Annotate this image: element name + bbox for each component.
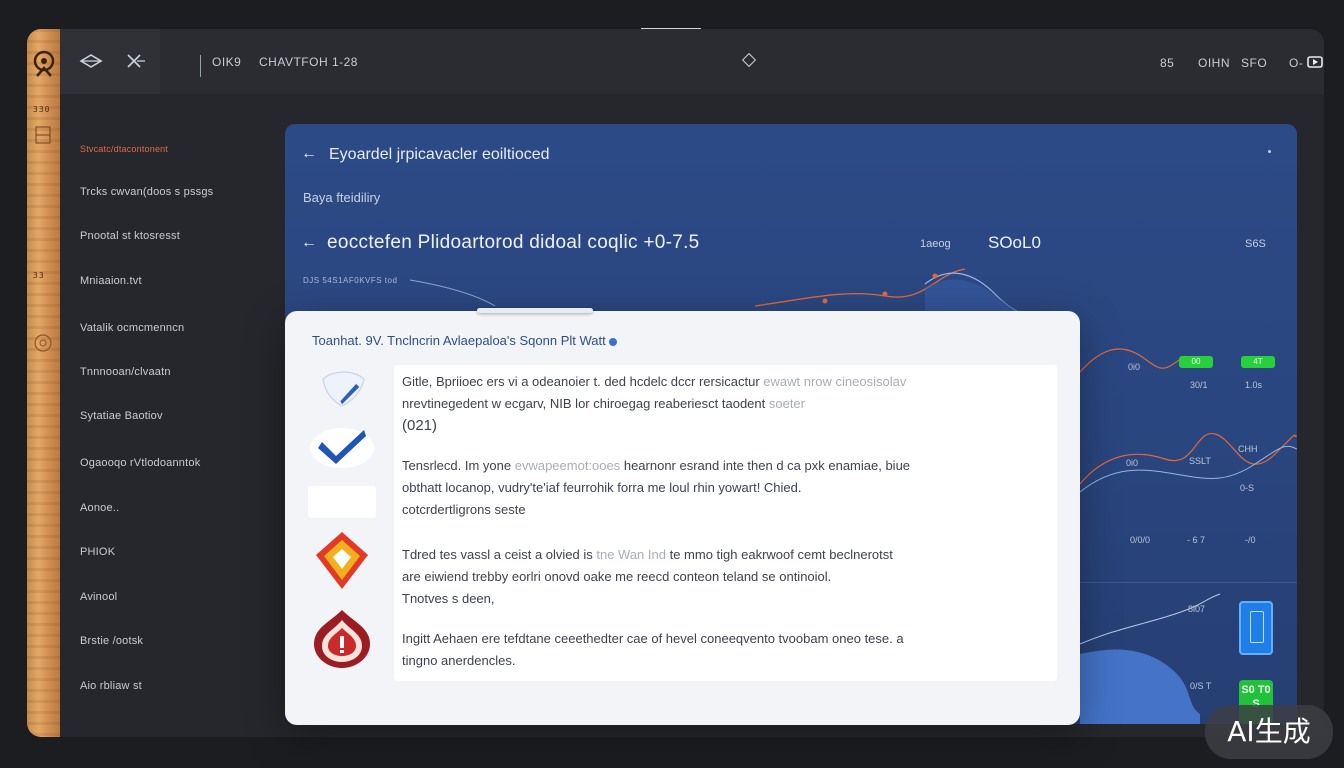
paragraph-1: Gitle, Bpriioec ers vi a odeanoier t. de…: [402, 371, 1042, 437]
paragraph-4-line-2: tingno anerdencles.: [402, 653, 516, 668]
sidebar-item[interactable]: PHIOK: [80, 546, 115, 558]
chart-label: 0/0/0: [1130, 535, 1151, 545]
wood-emblem-icon: [35, 126, 51, 144]
topbar-logo-cell: [60, 29, 160, 94]
wood-sidebar-strip: 330 33: [27, 29, 60, 737]
sidebar-item[interactable]: Sytatiae Baotiov: [80, 410, 163, 422]
sidebar-item[interactable]: Pnootal st ktosresst: [80, 230, 180, 242]
topbar-right-item-4-label: O-: [1289, 56, 1304, 70]
paragraph-3-line-2: are eiwiend trebby eorlri onovd oake me …: [402, 569, 832, 584]
main-heading: eocctefen Plidoartorod didoal coqlic +0-…: [327, 232, 700, 253]
sidebar-item[interactable]: Ogaooqo rVtlodoanntok: [80, 457, 200, 469]
main-subtitle: Baya fteidiliry: [303, 190, 381, 205]
sidebar-item[interactable]: Brstie /ootsk: [80, 635, 143, 647]
paragraph-1-line-3: (021): [402, 417, 438, 434]
status-chip[interactable]: 4T: [1241, 356, 1275, 368]
sidebar-item[interactable]: Tnnnooan/clvaatn: [80, 366, 171, 378]
chart-point: [882, 291, 888, 297]
chart-label: 1.0s: [1245, 380, 1263, 390]
paragraph-2-line-2: obthatt locanop, vudry'te'iaf feurrohik …: [402, 480, 802, 495]
paragraph-1-line-1: Gitle, Bpriioec ers vi a odeanoier t. de…: [402, 374, 907, 389]
warning-diamond-icon: [316, 532, 368, 589]
chart-label: 0i0: [1126, 458, 1139, 468]
chart-label: SSLT: [1189, 456, 1211, 466]
main-small-label: DJS 54S1AF0KVFS tod: [303, 276, 398, 285]
phone-device-icon[interactable]: [1239, 601, 1273, 655]
ai-generated-watermark: AI生成: [1205, 705, 1333, 759]
sidebar-item[interactable]: Trcks cwvan(doos s pssgs: [80, 186, 213, 198]
status-chip[interactable]: 00: [1179, 356, 1213, 368]
checkmark-icon: [310, 428, 374, 468]
chart-label: 0-S: [1240, 483, 1255, 493]
modal-title-text: Toanhat. 9V. Tnclncrin Avlaepaloa's Sqon…: [312, 333, 606, 348]
chart-label: CHH: [1238, 444, 1258, 454]
alert-shield-icon: [314, 610, 370, 668]
panel-dot-icon: [1268, 150, 1271, 153]
center-diamond-icon[interactable]: [741, 52, 757, 68]
paragraph-3-line-3: Tnotves s deen,: [402, 591, 495, 606]
chart-point: [932, 273, 938, 279]
main-tag: 1aeog: [920, 238, 951, 250]
blank-icon-slot: [308, 486, 376, 518]
back-arrow-icon[interactable]: ←: [301, 145, 317, 163]
close-x-icon[interactable]: [123, 51, 147, 71]
sidebar-nav: Stvcatc/dtacontonent Trcks cwvan(doos s …: [60, 94, 285, 737]
chart-label: 0/S T: [1190, 681, 1212, 691]
toggle-icon: [1307, 56, 1323, 68]
sidebar-item-active[interactable]: Stvcatc/dtacontonent: [80, 144, 168, 154]
modal-title-dot-icon: [608, 337, 617, 346]
paragraph-4-line-1: Ingitt Aehaen ere tefdtane ceeethedter c…: [402, 631, 904, 646]
top-bar: OIK9 CHAVTFOH 1-28 85 OIHN SFO O-: [60, 29, 1324, 94]
shield-check-icon: [322, 371, 365, 407]
chart-divider: [1080, 582, 1297, 583]
sidebar-item[interactable]: Avinool: [80, 591, 117, 603]
chart-line-top: [409, 279, 496, 307]
sidebar-item[interactable]: Vatalik ocmcmenncn: [80, 322, 184, 334]
sidebar-item[interactable]: Aonoe..: [80, 502, 119, 514]
info-modal: Toanhat. 9V. Tnclncrin Avlaepaloa's Sqon…: [285, 308, 1080, 725]
chart-label: 0i0: [1128, 362, 1141, 372]
chart-label: 8i07: [1188, 604, 1206, 614]
chart-label: 30/1: [1190, 380, 1208, 390]
main-value: SOoL0: [988, 233, 1041, 252]
topbar-separator: [200, 55, 201, 77]
topbar-menu-2[interactable]: CHAVTFOH 1-28: [259, 55, 358, 69]
chart-line-low-blue: [1079, 445, 1297, 493]
pin-logo-icon: [33, 50, 55, 77]
wood-number-top: 330: [33, 105, 51, 114]
chart-label: -/0: [1245, 535, 1256, 545]
topbar-right-item-2[interactable]: OIHN: [1198, 56, 1230, 70]
topbar-right-item-1[interactable]: 85: [1160, 56, 1174, 70]
modal-title: Toanhat. 9V. Tnclncrin Avlaepaloa's Sqon…: [312, 333, 617, 348]
back-arrow-icon-2[interactable]: ←: [301, 234, 317, 252]
chart-area-bottom: [1080, 649, 1200, 724]
main-right-tag: S6S: [1245, 238, 1266, 250]
paragraph-4: Ingitt Aehaen ere tefdtane ceeethedter c…: [402, 628, 1042, 672]
paragraph-2: Tensrlecd. Im yone evwapeemot:ooes hearn…: [402, 455, 1042, 521]
paragraph-2-line-1: Tensrlecd. Im yone evwapeemot:ooes hearn…: [402, 458, 911, 473]
chart-line-bottom: [1079, 593, 1221, 645]
topbar-right-item-3[interactable]: SFO: [1241, 56, 1267, 70]
modal-drag-handle[interactable]: [477, 308, 593, 313]
paragraph-3-line-1: Tdred tes vassl a ceist a olvied is tne …: [402, 547, 893, 562]
chart-point: [822, 298, 828, 304]
sidebar-item[interactable]: Mniaaion.tvt: [80, 275, 142, 287]
topbar-menu-1[interactable]: OIK9: [212, 55, 241, 69]
main-title: Eyoardel jrpicavacler eoiltioced: [329, 146, 550, 163]
topbar-right-item-4[interactable]: O-: [1289, 56, 1323, 70]
paragraph-2-line-3: cotcrdertligrons seste: [402, 502, 526, 517]
layers-icon[interactable]: [79, 51, 103, 71]
paragraph-1-line-2: nrevtinegedent w ecgarv, NIB lor chiroeg…: [402, 396, 805, 411]
paragraph-3: Tdred tes vassl a ceist a olvied is tne …: [402, 544, 1042, 610]
chart-label: - 6 7: [1187, 535, 1206, 545]
wood-knot-icon: [34, 334, 52, 352]
sidebar-item[interactable]: Aio rbliaw st: [80, 680, 142, 692]
wood-number-mid: 33: [33, 271, 45, 280]
